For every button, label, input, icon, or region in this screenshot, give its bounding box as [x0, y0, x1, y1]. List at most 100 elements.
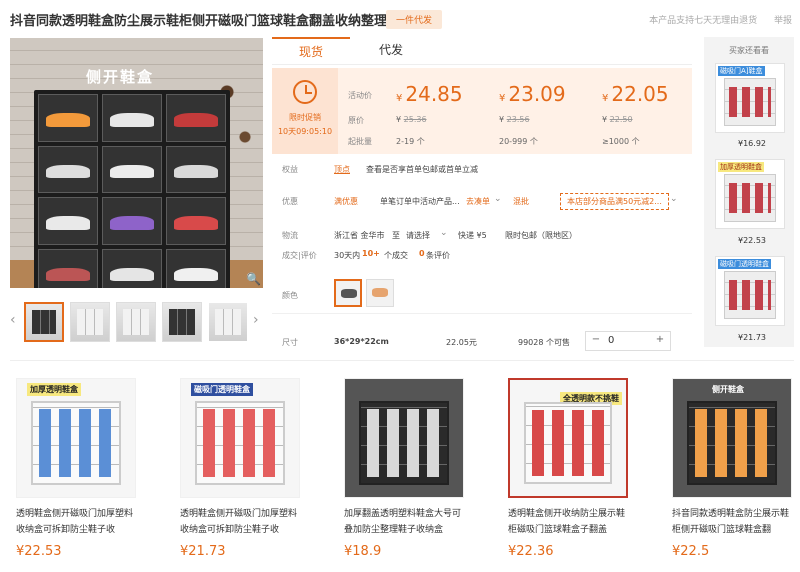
product-title-link[interactable]: 透明鞋盒侧开收纳防尘展示鞋柜磁吸门篮球鞋盒子翻盖: [508, 506, 628, 538]
product-title-link[interactable]: 抖音同款透明鞋盒防尘展示鞋柜侧开磁吸门篮球鞋盒翻: [672, 506, 792, 538]
rights-tag[interactable]: 顶点: [334, 164, 350, 175]
shoe-cell: [102, 197, 162, 245]
dropship-badge[interactable]: 一件代发: [386, 10, 443, 29]
ship-to-select[interactable]: 请选择: [406, 230, 430, 241]
product-title-link[interactable]: 透明鞋盒侧开磁吸门加厚塑料收纳盒可拆卸防尘鞋子收: [180, 506, 300, 538]
ship-from: 浙江省 金华市: [334, 231, 385, 240]
color-swatch-image: [341, 289, 357, 298]
shoe-cell: [166, 248, 226, 288]
timer-value: 10天09:05:10: [277, 127, 333, 136]
free-shipping-note: 限时包邮（限地区）: [505, 231, 577, 240]
product-price: ¥18.9: [344, 544, 382, 559]
decrement-button[interactable]: −: [588, 334, 604, 345]
thumbnail-1[interactable]: [24, 302, 64, 342]
recommended-product[interactable]: 磁吸门透明鞋盒 透明鞋盒侧开磁吸门加厚塑料收纳盒可拆卸防尘鞋子收 ¥21.73: [180, 378, 310, 559]
size-label: 尺寸: [282, 338, 298, 347]
chevron-down-icon[interactable]: ⌄: [494, 194, 502, 204]
also-viewed-price: ¥22.53: [738, 236, 766, 245]
recommended-product[interactable]: 侧开鞋盒 抖音同款透明鞋盒防尘展示鞋柜侧开磁吸门篮球鞋盒翻 ¥22.5: [672, 378, 800, 559]
promo-type: 满优惠: [334, 197, 358, 206]
reviews-count[interactable]: 0: [419, 249, 425, 258]
shoe-cell: [102, 145, 162, 193]
product-title-link[interactable]: 透明鞋盒侧开磁吸门加厚塑料收纳盒可拆卸防尘鞋子收: [16, 506, 136, 538]
tier-min-1: 2-19 个: [396, 137, 425, 146]
promo-timer: 限时促销 10天09:05:10: [272, 68, 338, 154]
thumbnail-5[interactable]: [208, 302, 248, 342]
size-value: 36*29*22cm: [334, 337, 389, 346]
also-viewed-heading: 买家还看看: [729, 46, 769, 55]
shop-benefit-tag[interactable]: 本店部分商品满50元减2...: [560, 193, 669, 210]
reviews-unit: 条评价: [426, 251, 450, 260]
tier-price-2: ¥23.09: [499, 82, 566, 106]
thumbnail-4[interactable]: [162, 302, 202, 342]
color-swatch-image: [372, 288, 388, 297]
return-policy-text: 本产品支持七天无理由退货: [649, 16, 758, 26]
product-image-tag: 加厚透明鞋盒: [27, 383, 81, 396]
tab-in-stock[interactable]: 现货: [272, 37, 350, 65]
quantity-input[interactable]: 0: [608, 335, 614, 346]
chevron-down-icon[interactable]: ⌄: [670, 194, 678, 204]
promo-label: 优惠: [282, 197, 298, 206]
quantity-stepper: − 0 +: [585, 331, 671, 351]
product-image[interactable]: 加厚透明鞋盒: [16, 378, 136, 498]
tier-original-3: ¥ 22.50: [602, 115, 633, 124]
shoe-cell: [38, 248, 98, 288]
tier-min-2: 20-999 个: [499, 137, 538, 146]
increment-button[interactable]: +: [652, 334, 668, 345]
product-price: ¥22.36: [508, 544, 554, 559]
product-price: ¥21.73: [180, 544, 226, 559]
product-image[interactable]: 全透明款不挑鞋: [508, 378, 628, 498]
tier-original-2: ¥ 23.56: [499, 115, 530, 124]
deals-unit: 个成交: [384, 251, 408, 260]
original-price-label: 原价: [348, 116, 364, 125]
also-viewed-item[interactable]: 磁吸门透明鞋盒: [715, 256, 785, 326]
product-image[interactable]: 侧开鞋盒: [672, 378, 792, 498]
product-title-link[interactable]: 加厚翻盖透明塑料鞋盒大号可叠加防尘整理鞋子收纳盒: [344, 506, 464, 538]
product-image-grid: [195, 401, 285, 485]
recommended-product[interactable]: 全透明款不挑鞋 透明鞋盒侧开收纳防尘展示鞋柜磁吸门篮球鞋盒子翻盖 ¥22.36: [508, 378, 638, 559]
recommended-product[interactable]: 加厚透明鞋盒 透明鞋盒侧开磁吸门加厚塑料收纳盒可拆卸防尘鞋子收 ¥22.53: [16, 378, 146, 559]
thumbnail-2[interactable]: [70, 302, 110, 342]
mixed-batch-link[interactable]: 混批: [513, 196, 529, 207]
color-label: 颜色: [282, 291, 298, 300]
also-viewed-item[interactable]: 磁吸门A]鞋盒: [715, 63, 785, 133]
item-thumbnail: [724, 271, 776, 319]
product-image-grid: [31, 401, 121, 485]
product-image[interactable]: 磁吸门透明鞋盒: [180, 378, 300, 498]
main-product-image[interactable]: 侧开鞋盒: [10, 38, 263, 288]
go-combine-link[interactable]: 去凑单: [466, 196, 490, 207]
product-title: 抖音同款透明鞋盒防尘展示鞋柜侧开磁吸门篮球鞋盒翻盖收纳整理盒: [10, 14, 401, 29]
color-option-clear[interactable]: [366, 279, 394, 307]
tier-price-1: ¥24.85: [396, 82, 463, 106]
shoe-cell: [102, 248, 162, 288]
product-image-grid: [359, 401, 449, 485]
prev-thumb-arrow-icon[interactable]: ‹: [10, 312, 16, 328]
item-tag: 磁吸门A]鞋盒: [718, 66, 765, 76]
thumbnail-strip: ‹ ›: [10, 300, 263, 344]
product-price: ¥22.5: [672, 544, 710, 559]
shoe-cell: [166, 145, 226, 193]
thumbnail-preview: [32, 310, 56, 334]
sku-price: 22.05元: [446, 338, 477, 347]
thumbnail-3[interactable]: [116, 302, 156, 342]
section-divider: [10, 360, 794, 361]
also-viewed-price: ¥16.92: [738, 139, 766, 148]
rights-text: 查看是否享首单包邮或首单立减: [366, 165, 478, 174]
tab-dropship[interactable]: 代发: [352, 37, 430, 65]
logistics-label: 物流: [282, 231, 298, 240]
thumbnail-preview: [169, 309, 195, 335]
next-thumb-arrow-icon[interactable]: ›: [253, 312, 259, 328]
thumbnail-preview: [123, 309, 149, 335]
divider: [272, 313, 692, 314]
also-viewed-item[interactable]: 加厚透明鞋盒: [715, 159, 785, 229]
item-tag: 磁吸门透明鞋盒: [718, 259, 771, 269]
price-panel: 限时促销 10天09:05:10 活动价 原价 起批量 ¥24.85 ¥ 25.…: [272, 68, 692, 154]
report-link[interactable]: 举报: [774, 16, 792, 26]
chevron-down-icon[interactable]: ⌄: [440, 228, 448, 238]
tier-min-3: ≥1000 个: [602, 137, 640, 146]
color-option-black[interactable]: [334, 279, 362, 307]
product-image[interactable]: [344, 378, 464, 498]
also-viewed-price: ¥21.73: [738, 333, 766, 342]
recommended-product[interactable]: 加厚翻盖透明塑料鞋盒大号可叠加防尘整理鞋子收纳盒 ¥18.9: [344, 378, 474, 559]
zoom-icon[interactable]: 🔍: [246, 272, 261, 286]
